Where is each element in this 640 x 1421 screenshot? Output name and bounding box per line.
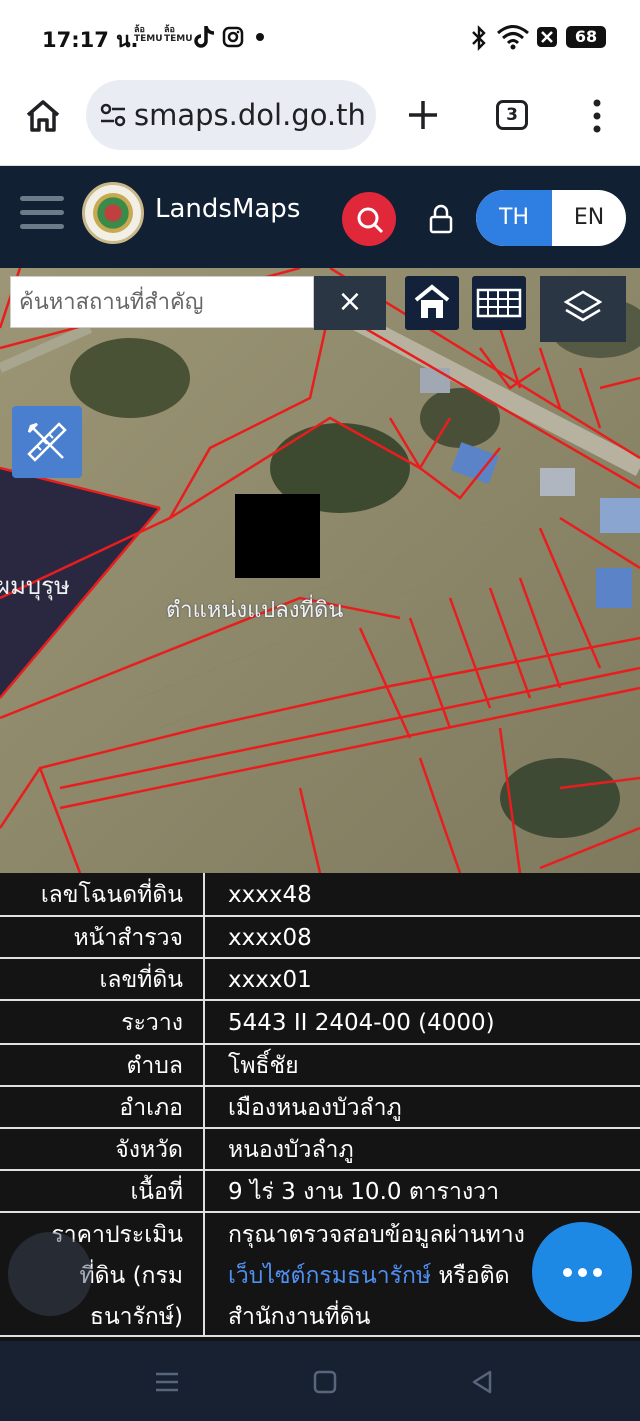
- lock-icon[interactable]: [428, 204, 454, 234]
- lang-en-option[interactable]: EN: [552, 190, 626, 246]
- row-label: เลขที่ดิน: [0, 959, 205, 999]
- clear-search-button[interactable]: ×: [314, 276, 386, 330]
- tab-switcher-button[interactable]: 3: [496, 100, 528, 130]
- temu-icon: ล้อ TEMU: [134, 25, 163, 44]
- search-button[interactable]: [342, 192, 396, 246]
- price-value-line: กรุณาตรวจสอบข้อมูลผ่านทาง: [228, 1222, 525, 1248]
- address-bar[interactable]: smaps.dol.go.th: [86, 80, 376, 150]
- row-value: 9 ไร่ 3 งาน 10.0 ตารางวา: [228, 1179, 500, 1205]
- site-settings-icon[interactable]: [100, 102, 126, 128]
- price-value-line: เว็บไซต์กรมธนารักษ์ หรือติด: [228, 1256, 525, 1297]
- tiktok-icon: [194, 26, 215, 48]
- row-label: ตำบล: [0, 1045, 205, 1085]
- battery-icon: 68: [566, 26, 606, 48]
- row-label: ระวาง: [0, 1001, 205, 1043]
- more-menu-icon[interactable]: [588, 98, 606, 134]
- screen: 17:17 น. ล้อ TEMU ล้อ TEMU 68 smaps.dol.…: [0, 0, 640, 1421]
- row-value: กรุณาตรวจสอบข้อมูลผ่านทาง เว็บไซต์กรมธนา…: [228, 1213, 525, 1338]
- satellite-map: [0, 268, 640, 873]
- department-logo: [82, 182, 144, 244]
- table-row: จังหวัด หนองบัวลำภู: [0, 1129, 640, 1171]
- lang-th-option[interactable]: TH: [476, 190, 552, 246]
- row-value: 5443 II 2404-00 (4000): [228, 1010, 495, 1036]
- table-row: ตำบล โพธิ์ชัย: [0, 1045, 640, 1087]
- browser-toolbar: smaps.dol.go.th 3: [0, 78, 640, 166]
- home-nav-icon[interactable]: [313, 1370, 337, 1394]
- measure-tool-button[interactable]: [12, 406, 82, 478]
- status-bar: 17:17 น. ล้อ TEMU ล้อ TEMU 68: [0, 0, 640, 78]
- ruler-pencil-icon: [27, 422, 67, 462]
- layers-button[interactable]: [540, 276, 626, 342]
- system-nav-bar: [0, 1341, 640, 1421]
- row-value: xxxx01: [228, 967, 312, 993]
- table-row: เลขที่ดิน xxxx01: [0, 959, 640, 1001]
- row-label: อำเภอ: [0, 1087, 205, 1127]
- status-time: 17:17 น.: [42, 28, 139, 52]
- row-label: หน้าสำรวจ: [0, 917, 205, 957]
- row-label: จังหวัด: [0, 1129, 205, 1169]
- language-toggle[interactable]: TH EN: [476, 190, 626, 246]
- row-value: โพธิ์ชัย: [228, 1053, 299, 1079]
- facebook-chat-icon[interactable]: [8, 1232, 92, 1316]
- url-text: smaps.dol.go.th: [134, 98, 366, 132]
- home-icon[interactable]: [24, 98, 62, 134]
- search-icon: [357, 207, 384, 234]
- close-box-icon: [537, 27, 557, 47]
- place-search-input[interactable]: [11, 277, 313, 327]
- row-label: เลขโฉนดที่ดิน: [0, 873, 205, 915]
- bluetooth-icon: [472, 25, 486, 51]
- instagram-icon: [222, 26, 244, 48]
- menu-icon[interactable]: [20, 196, 64, 230]
- area-name-label: ผมบุรุษ: [0, 572, 70, 600]
- brand-title: LandsMaps: [155, 194, 301, 224]
- temu-icon: ล้อ TEMU: [164, 25, 193, 44]
- row-value: เมืองหนองบัวลำภู: [228, 1095, 402, 1121]
- table-row: เลขโฉนดที่ดิน xxxx48: [0, 873, 640, 917]
- wifi-icon: [497, 25, 529, 50]
- row-value: xxxx48: [228, 882, 312, 908]
- grid-icon: [476, 288, 522, 318]
- grid-view-button[interactable]: [472, 276, 526, 330]
- back-icon[interactable]: [470, 1369, 494, 1395]
- map-view[interactable]: ×: [0, 268, 640, 873]
- table-row: ระวาง 5443 II 2404-00 (4000): [0, 1001, 640, 1045]
- price-value-line: สำนักงานที่ดิน: [228, 1304, 371, 1330]
- row-value: xxxx08: [228, 925, 312, 951]
- layers-icon: [564, 290, 602, 322]
- place-search-field[interactable]: [10, 276, 314, 328]
- table-row: เนื้อที่ 9 ไร่ 3 งาน 10.0 ตารางวา: [0, 1171, 640, 1213]
- new-tab-icon[interactable]: [406, 98, 440, 132]
- more-options-fab[interactable]: [532, 1222, 632, 1322]
- parcel-marker[interactable]: [235, 494, 320, 578]
- parcel-location-label: ตำแหน่งแปลงที่ดิน: [166, 598, 344, 623]
- treasury-website-link[interactable]: เว็บไซต์กรมธนารักษ์: [228, 1263, 431, 1289]
- row-value: หนองบัวลำภู: [228, 1137, 354, 1163]
- home-view-button[interactable]: [405, 276, 459, 330]
- app-header: LandsMaps TH EN: [0, 166, 640, 268]
- table-row: อำเภอ เมืองหนองบัวลำภู: [0, 1087, 640, 1129]
- price-value-text: หรือติด: [431, 1263, 510, 1289]
- row-label: เนื้อที่: [0, 1171, 205, 1211]
- home-icon: [414, 284, 450, 318]
- dot-icon: [256, 33, 264, 41]
- table-row: หน้าสำรวจ xxxx08: [0, 917, 640, 959]
- recents-icon[interactable]: [154, 1371, 180, 1393]
